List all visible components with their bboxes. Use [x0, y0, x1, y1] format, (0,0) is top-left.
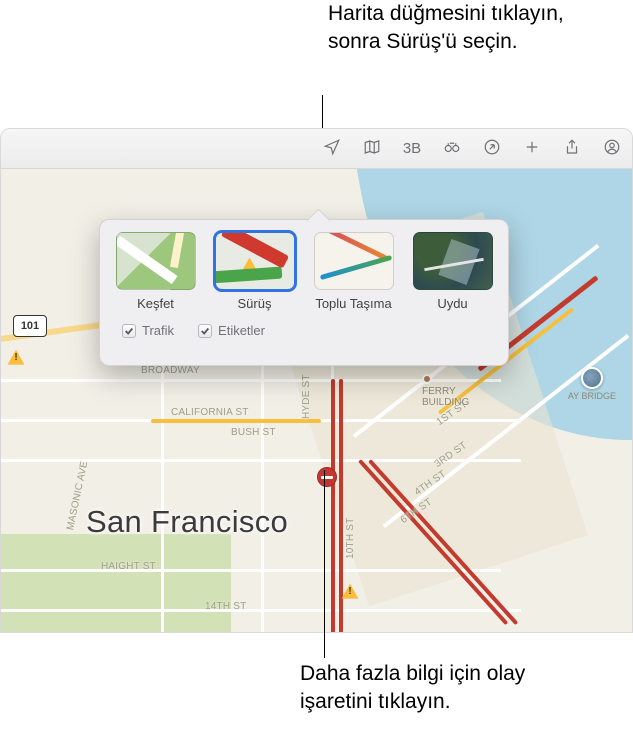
traffic-moderate — [151, 419, 321, 423]
map-type-explore[interactable]: Keşfet — [114, 232, 197, 311]
poi-label: BUILDING — [422, 397, 482, 408]
map-mode-popover: Keşfet Sürüş Toplu Taşıma Uydu — [99, 219, 509, 366]
map-type-label: Uydu — [437, 296, 467, 311]
checkbox-label: Etiketler — [218, 323, 265, 338]
map-icon — [363, 138, 381, 159]
street-label: BROADWAY — [141, 365, 200, 376]
drive-thumb-icon — [215, 232, 295, 290]
map-type-row: Keşfet Sürüş Toplu Taşıma Uydu — [114, 232, 494, 311]
add-button[interactable] — [520, 135, 544, 163]
street-label: HYDE ST — [301, 374, 312, 419]
street-label: 10TH ST — [345, 518, 356, 559]
callout-text: Daha fazla bilgi için olay işaretini tık… — [300, 662, 525, 713]
map-type-transit[interactable]: Toplu Taşıma — [312, 232, 395, 311]
bridge-thumb-icon — [581, 367, 603, 389]
labels-checkbox[interactable]: Etiketler — [198, 323, 265, 338]
map-options-row: Trafik Etiketler — [114, 323, 494, 338]
street-label: CALIFORNIA ST — [171, 407, 249, 418]
satellite-thumb-icon — [413, 232, 493, 290]
road — [1, 569, 501, 572]
map-mode-button[interactable] — [360, 135, 384, 163]
binoculars-icon — [443, 138, 461, 159]
map-type-label: Sürüş — [238, 296, 272, 311]
road-closed-marker[interactable] — [317, 467, 337, 487]
callout-leader-line — [324, 470, 325, 658]
route-shield: 101 — [13, 315, 47, 337]
map-type-drive[interactable]: Sürüş — [213, 232, 296, 311]
map-type-label: Toplu Taşıma — [315, 296, 391, 311]
bay-bridge-badge[interactable]: AY BRIDGE — [568, 367, 616, 401]
checkbox-icon — [198, 324, 212, 338]
directions-button[interactable] — [480, 135, 504, 163]
traffic-heavy — [339, 379, 343, 632]
plus-icon — [523, 138, 541, 159]
3d-label: 3B — [403, 140, 421, 157]
explore-thumb-icon — [116, 232, 196, 290]
incident-marker[interactable] — [7, 349, 25, 365]
route-number: 101 — [21, 320, 39, 332]
share-button[interactable] — [560, 135, 584, 163]
transit-thumb-icon — [314, 232, 394, 290]
poi-label: FERRY — [422, 386, 482, 397]
park-area — [1, 534, 231, 632]
locate-button[interactable] — [320, 135, 344, 163]
share-icon — [563, 138, 581, 159]
lookaround-button[interactable] — [440, 135, 464, 163]
callout-map-button: Harita düğmesini tıklayın, sonra Sürüş'ü… — [328, 0, 588, 57]
map-type-satellite[interactable]: Uydu — [411, 232, 494, 311]
checkbox-label: Trafik — [142, 323, 174, 338]
checkbox-icon — [122, 324, 136, 338]
hazard-icon — [242, 257, 258, 271]
user-circle-icon — [603, 138, 621, 159]
traffic-checkbox[interactable]: Trafik — [122, 323, 174, 338]
street-label: HAIGHT ST — [101, 561, 156, 572]
map-canvas[interactable]: BROADWAY CALIFORNIA ST BUSH ST HYDE ST M… — [1, 169, 632, 632]
poi-ferry-building[interactable]: FERRY BUILDING — [422, 374, 482, 408]
city-label: San Francisco — [86, 504, 288, 540]
account-button[interactable] — [600, 135, 624, 163]
traffic-heavy — [331, 379, 335, 632]
poi-dot-icon — [422, 374, 432, 384]
location-arrow-icon — [323, 138, 341, 159]
callout-incident: Daha fazla bilgi için olay işaretini tık… — [300, 660, 600, 717]
callout-leader-line — [322, 95, 323, 129]
map-type-label: Keşfet — [137, 296, 174, 311]
street-label: 14TH ST — [205, 601, 246, 612]
bridge-label: AY BRIDGE — [568, 391, 616, 401]
3d-toggle-button[interactable]: 3B — [400, 135, 424, 163]
street-label: BUSH ST — [231, 427, 276, 438]
maps-window: 3B — [0, 128, 633, 633]
callout-text: Harita düğmesini tıklayın, sonra Sürüş'ü… — [328, 2, 564, 53]
incident-marker[interactable] — [341, 583, 359, 599]
directions-arrow-icon — [483, 138, 501, 159]
toolbar: 3B — [1, 129, 632, 169]
